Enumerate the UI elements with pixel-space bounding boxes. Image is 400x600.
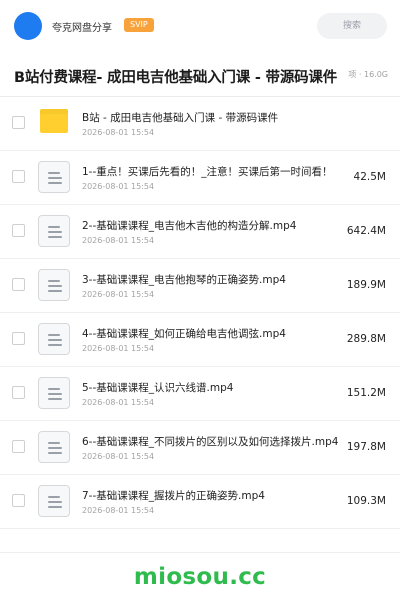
file-name: 2--基础课课程_电吉他木吉他的构造分解.mp4 bbox=[82, 220, 297, 232]
list-item[interactable]: 4--基础课课程_如何正确给电吉他调弦.mp4 2026-08-01 15:54… bbox=[0, 313, 400, 367]
svip-badge: SVIP bbox=[124, 18, 154, 32]
folder-icon bbox=[40, 109, 68, 133]
list-item[interactable]: B站 - 成田电吉他基础入门课 - 带源码课件 2026-08-01 15:54 bbox=[0, 97, 400, 151]
file-icon bbox=[38, 485, 70, 517]
file-icon bbox=[38, 377, 70, 409]
file-icon bbox=[38, 161, 70, 193]
file-list: B站 - 成田电吉他基础入门课 - 带源码课件 2026-08-01 15:54… bbox=[0, 97, 400, 529]
select-checkbox[interactable] bbox=[12, 494, 25, 507]
file-name: 6--基础课课程_不同拨片的区别以及如何选择拨片.mp4 bbox=[82, 436, 339, 448]
file-size: 189.9M bbox=[346, 279, 386, 291]
select-checkbox[interactable] bbox=[12, 332, 25, 345]
file-date: 2026-08-01 15:54 bbox=[82, 290, 155, 299]
file-size: 151.2M bbox=[346, 387, 386, 399]
file-icon bbox=[38, 269, 70, 301]
select-checkbox[interactable] bbox=[12, 170, 25, 183]
file-size: 42.5M bbox=[353, 171, 386, 183]
folder-header: B站付费课程- 成田电吉他基础入门课 - 带源码课件 项 · 16.0G bbox=[0, 52, 400, 97]
file-date: 2026-08-01 15:54 bbox=[82, 236, 155, 245]
list-item[interactable]: 3--基础课课程_电吉他抱琴的正确姿势.mp4 2026-08-01 15:54… bbox=[0, 259, 400, 313]
select-checkbox[interactable] bbox=[12, 440, 25, 453]
file-name: B站 - 成田电吉他基础入门课 - 带源码课件 bbox=[82, 112, 279, 124]
file-name: 4--基础课课程_如何正确给电吉他调弦.mp4 bbox=[82, 328, 286, 340]
file-name: 5--基础课课程_认识六线谱.mp4 bbox=[82, 382, 234, 394]
folder-title: B站付费课程- 成田电吉他基础入门课 - 带源码课件 bbox=[14, 70, 338, 86]
file-size: 289.8M bbox=[346, 333, 386, 345]
file-date: 2026-08-01 15:54 bbox=[82, 452, 155, 461]
search-input[interactable]: 搜索 bbox=[317, 13, 387, 39]
file-size: 642.4M bbox=[346, 225, 386, 237]
file-date: 2026-08-01 15:54 bbox=[82, 506, 155, 515]
file-date: 2026-08-01 15:54 bbox=[82, 398, 155, 407]
file-name: 7--基础课课程_握拨片的正确姿势.mp4 bbox=[82, 490, 265, 502]
list-item[interactable]: 6--基础课课程_不同拨片的区别以及如何选择拨片.mp4 2026-08-01 … bbox=[0, 421, 400, 475]
select-checkbox[interactable] bbox=[12, 116, 25, 129]
list-item[interactable]: 2--基础课课程_电吉他木吉他的构造分解.mp4 2026-08-01 15:5… bbox=[0, 205, 400, 259]
file-name: 3--基础课课程_电吉他抱琴的正确姿势.mp4 bbox=[82, 274, 286, 286]
select-checkbox[interactable] bbox=[12, 278, 25, 291]
list-item[interactable]: 7--基础课课程_握拨片的正确姿势.mp4 2026-08-01 15:54 1… bbox=[0, 475, 400, 529]
watermark-text: miosou.cc bbox=[133, 564, 267, 590]
file-date: 2026-08-01 15:54 bbox=[82, 128, 155, 137]
list-item[interactable]: 5--基础课课程_认识六线谱.mp4 2026-08-01 15:54 151.… bbox=[0, 367, 400, 421]
file-icon bbox=[38, 323, 70, 355]
file-date: 2026-08-01 15:54 bbox=[82, 182, 155, 191]
file-name: 1--重点！买课后先看的！_注意！买课后第一时间看！ bbox=[82, 166, 333, 178]
file-date: 2026-08-01 15:54 bbox=[82, 344, 155, 353]
file-icon bbox=[38, 215, 70, 247]
file-icon bbox=[38, 431, 70, 463]
brand-label: 夸克网盘分享 bbox=[52, 23, 112, 34]
file-size: 197.8M bbox=[346, 441, 386, 453]
list-item[interactable]: 1--重点！买课后先看的！_注意！买课后第一时间看！ 2026-08-01 15… bbox=[0, 151, 400, 205]
folder-meta: 项 · 16.0G bbox=[344, 69, 388, 80]
select-checkbox[interactable] bbox=[12, 386, 25, 399]
search-placeholder: 搜索 bbox=[342, 21, 361, 31]
user-avatar[interactable] bbox=[14, 12, 42, 40]
file-size: 109.3M bbox=[346, 495, 386, 507]
app-header: 夸克网盘分享 SVIP 搜索 bbox=[0, 0, 400, 52]
select-checkbox[interactable] bbox=[12, 224, 25, 237]
